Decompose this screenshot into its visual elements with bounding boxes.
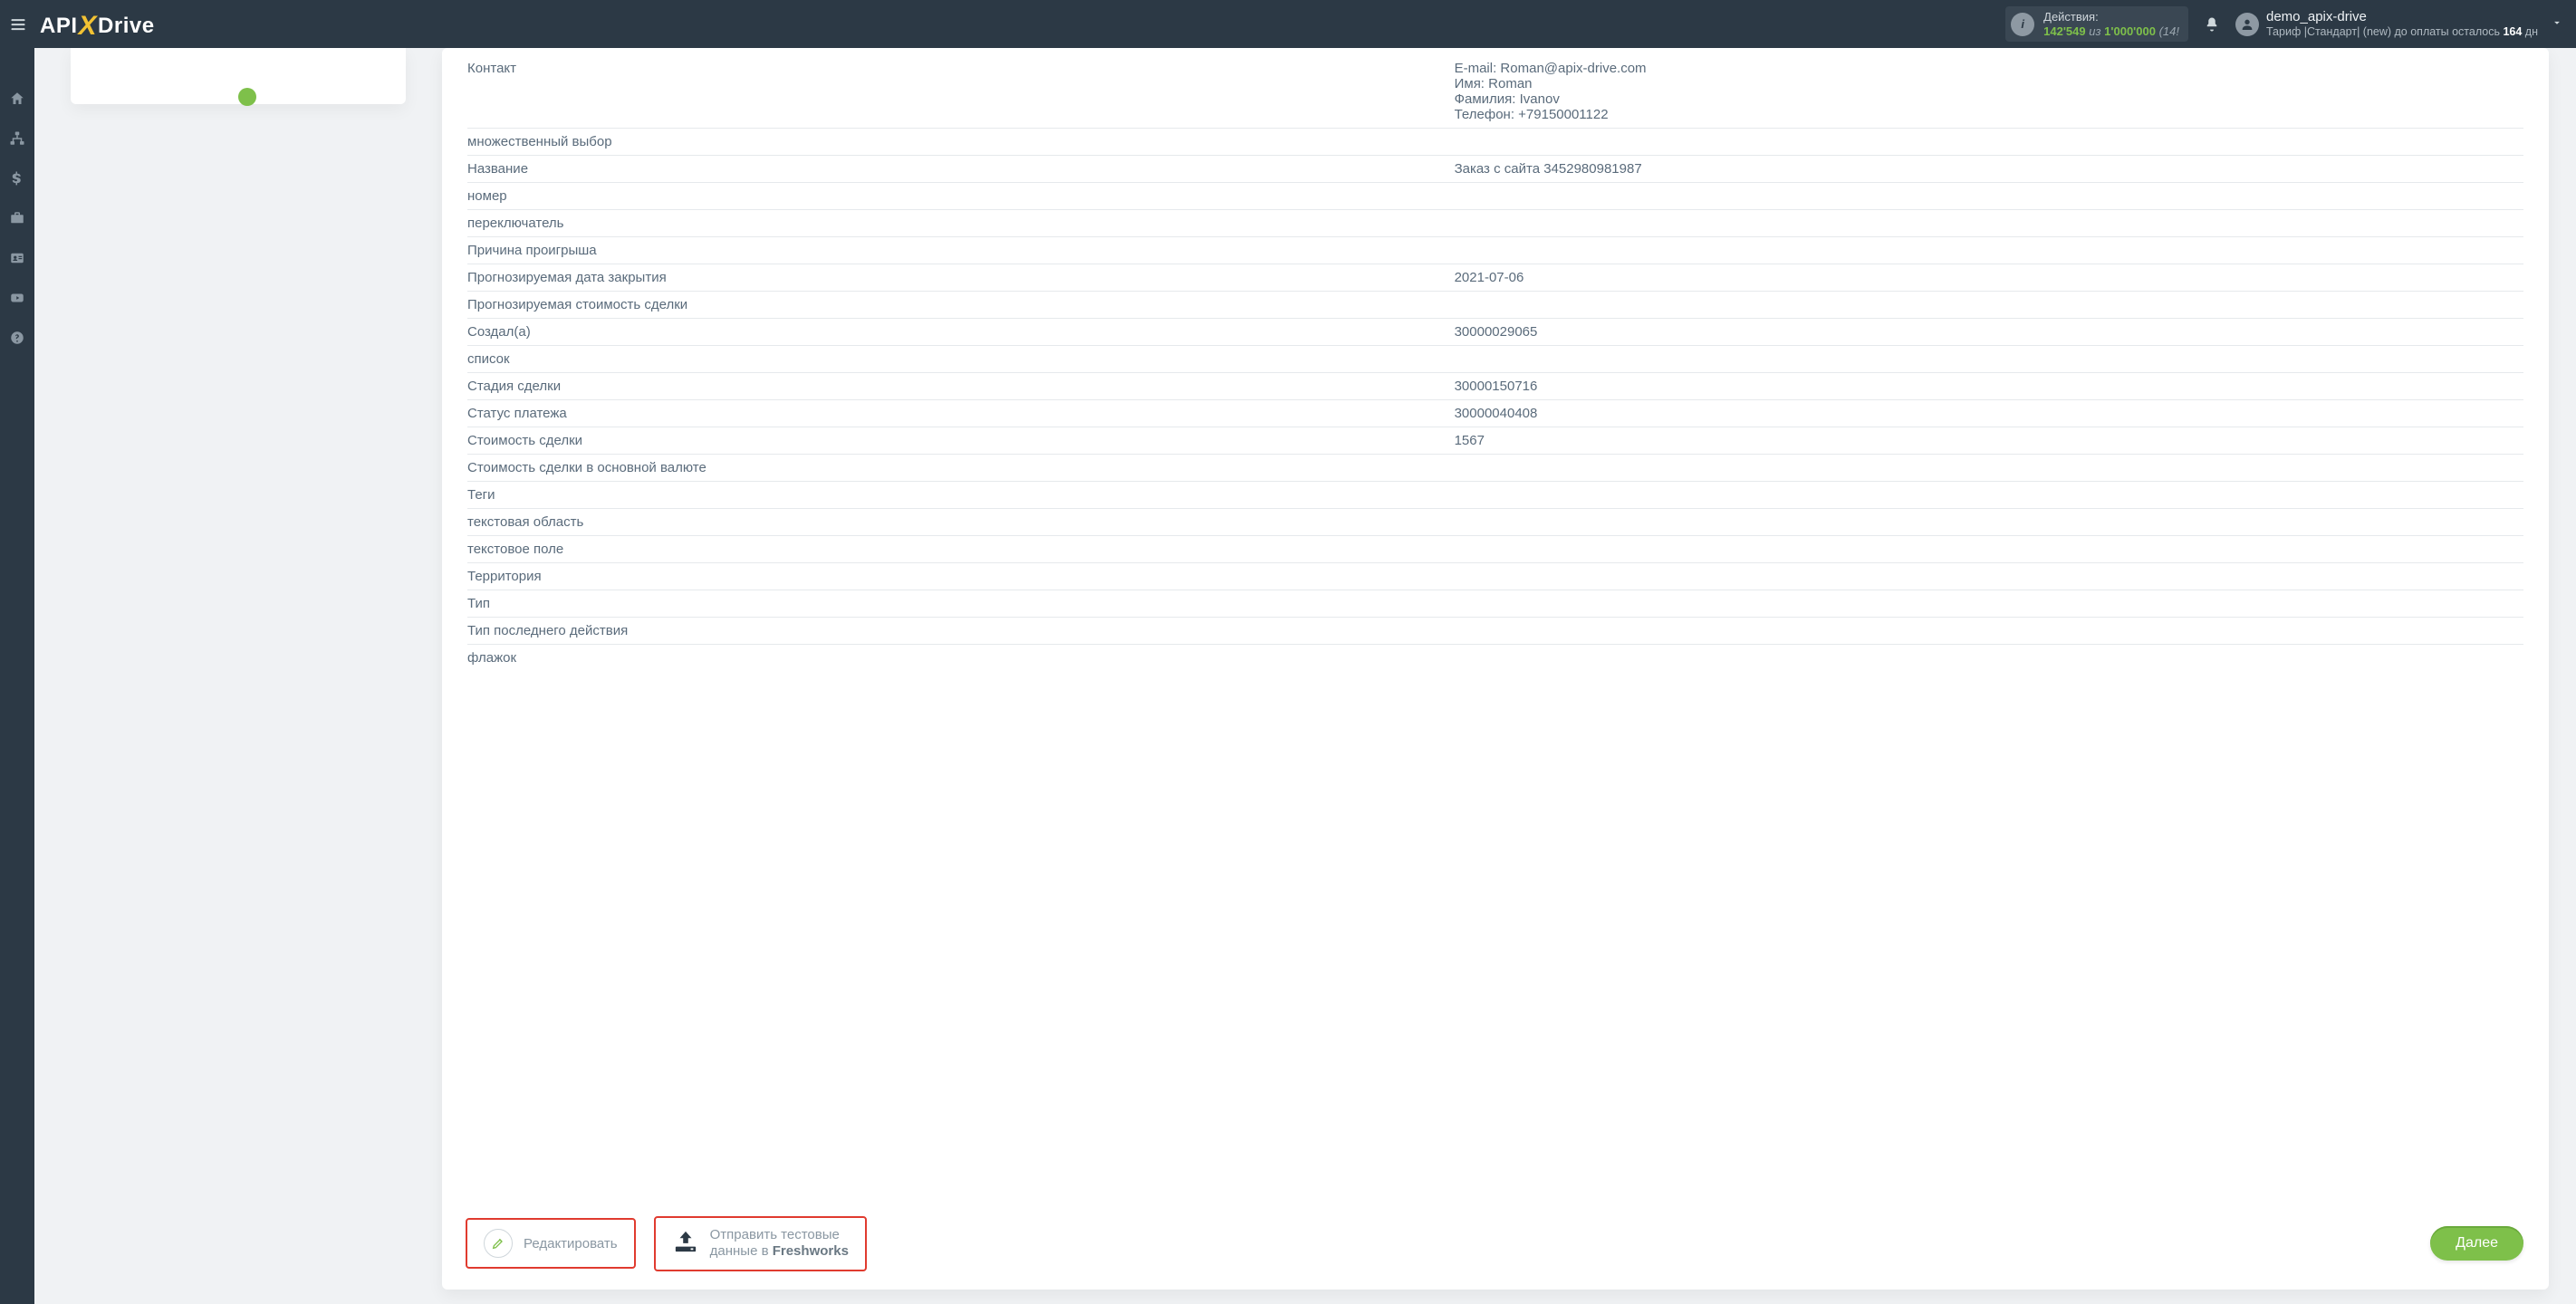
logo-api: API bbox=[40, 14, 78, 39]
nav-connections[interactable] bbox=[0, 120, 34, 157]
field-list[interactable]: КонтактE-mail: Roman@apix-drive.comИмя: … bbox=[442, 48, 2549, 1202]
help-icon bbox=[9, 330, 25, 346]
field-value: 30000029065 bbox=[1455, 324, 2523, 340]
actions-values: 142'549 из 1'000'000 (14! bbox=[2043, 24, 2179, 39]
status-dot bbox=[238, 88, 256, 106]
nav-home[interactable] bbox=[0, 81, 34, 117]
field-row: множественный выбор bbox=[467, 129, 2523, 156]
person-icon bbox=[2240, 17, 2254, 32]
home-icon bbox=[9, 91, 25, 107]
send-line1: Отправить тестовые bbox=[710, 1227, 849, 1244]
field-label: флажок bbox=[467, 650, 1455, 666]
field-value: Заказ с сайта 3452980981987 bbox=[1455, 161, 2523, 177]
field-row: список bbox=[467, 346, 2523, 373]
nav-work[interactable] bbox=[0, 200, 34, 236]
youtube-icon bbox=[9, 290, 25, 306]
field-label: Контакт bbox=[467, 61, 1455, 76]
field-value: 1567 bbox=[1455, 433, 2523, 448]
field-row: Стоимость сделки1567 bbox=[467, 427, 2523, 455]
field-row: текстовая область bbox=[467, 509, 2523, 536]
edit-label: Редактировать bbox=[524, 1236, 618, 1251]
card-footer: Редактировать Отправить тестовые данные … bbox=[442, 1202, 2549, 1290]
field-row: Прогнозируемая стоимость сделки bbox=[467, 292, 2523, 319]
nav-help[interactable] bbox=[0, 320, 34, 356]
field-label: множественный выбор bbox=[467, 134, 1455, 149]
field-value: 2021-07-06 bbox=[1455, 270, 2523, 285]
field-row: Тип bbox=[467, 590, 2523, 618]
id-card-icon bbox=[9, 250, 25, 266]
chevron-down-icon bbox=[2551, 16, 2563, 33]
field-row: флажок bbox=[467, 645, 2523, 671]
field-row: Тип последнего действия bbox=[467, 618, 2523, 645]
nav-billing[interactable] bbox=[0, 160, 34, 197]
field-label: Тип последнего действия bbox=[467, 623, 1455, 638]
user-menu[interactable]: demo_apix-drive Тариф |Стандарт| (new) д… bbox=[2235, 9, 2569, 39]
field-label: текстовая область bbox=[467, 514, 1455, 530]
field-label: Территория bbox=[467, 569, 1455, 584]
notifications-button[interactable] bbox=[2196, 8, 2228, 41]
field-label: список bbox=[467, 351, 1455, 367]
field-label: Название bbox=[467, 161, 1455, 177]
field-label: Прогнозируемая дата закрытия bbox=[467, 270, 1455, 285]
field-value: 30000150716 bbox=[1455, 379, 2523, 394]
logo-x: X bbox=[79, 11, 98, 42]
topbar: APIXDrive i Действия: 142'549 из 1'000'0… bbox=[0, 0, 2576, 48]
actions-counter[interactable]: i Действия: 142'549 из 1'000'000 (14! bbox=[2005, 6, 2188, 42]
field-row: текстовое поле bbox=[467, 536, 2523, 563]
field-label: Создал(а) bbox=[467, 324, 1455, 340]
field-row: Теги bbox=[467, 482, 2523, 509]
logo-drive: Drive bbox=[98, 14, 155, 39]
send-line2: данные в Freshworks bbox=[710, 1243, 849, 1261]
field-row: НазваниеЗаказ с сайта 3452980981987 bbox=[467, 156, 2523, 183]
next-button[interactable]: Далее bbox=[2430, 1226, 2523, 1261]
field-label: Стоимость сделки в основной валюте bbox=[467, 460, 1455, 475]
field-label: номер bbox=[467, 188, 1455, 204]
field-row: Территория bbox=[467, 563, 2523, 590]
menu-toggle[interactable] bbox=[0, 6, 36, 43]
nav-video[interactable] bbox=[0, 280, 34, 316]
field-row: Создал(а)30000029065 bbox=[467, 319, 2523, 346]
edit-button[interactable]: Редактировать bbox=[467, 1220, 634, 1267]
left-nav bbox=[0, 48, 34, 1304]
field-row: Причина проигрыша bbox=[467, 237, 2523, 264]
field-row: переключатель bbox=[467, 210, 2523, 237]
actions-label: Действия: bbox=[2043, 10, 2179, 24]
field-label: Стадия сделки bbox=[467, 379, 1455, 394]
field-row: КонтактE-mail: Roman@apix-drive.comИмя: … bbox=[467, 55, 2523, 129]
info-icon: i bbox=[2011, 13, 2034, 36]
dollar-icon bbox=[9, 170, 25, 187]
upload-icon bbox=[672, 1230, 699, 1257]
field-row: номер bbox=[467, 183, 2523, 210]
field-value: E-mail: Roman@apix-drive.comИмя: RomanФа… bbox=[1455, 61, 2523, 122]
field-label: Тип bbox=[467, 596, 1455, 611]
field-label: Теги bbox=[467, 487, 1455, 503]
field-label: Статус платежа bbox=[467, 406, 1455, 421]
field-label: текстовое поле bbox=[467, 542, 1455, 557]
field-label: переключатель bbox=[467, 216, 1455, 231]
sitemap-icon bbox=[9, 130, 25, 147]
bell-icon bbox=[2204, 16, 2220, 33]
avatar bbox=[2235, 13, 2259, 36]
hamburger-icon bbox=[9, 15, 27, 34]
field-label: Стоимость сделки bbox=[467, 433, 1455, 448]
content: КонтактE-mail: Roman@apix-drive.comИмя: … bbox=[34, 48, 2576, 1304]
main-card: КонтактE-mail: Roman@apix-drive.comИмя: … bbox=[442, 48, 2549, 1290]
send-test-button[interactable]: Отправить тестовые данные в Freshworks bbox=[656, 1218, 865, 1270]
field-value: 30000040408 bbox=[1455, 406, 2523, 421]
user-tariff: Тариф |Стандарт| (new) до оплаты осталос… bbox=[2266, 25, 2538, 39]
field-label: Причина проигрыша bbox=[467, 243, 1455, 258]
field-row: Статус платежа30000040408 bbox=[467, 400, 2523, 427]
briefcase-icon bbox=[9, 210, 25, 226]
logo[interactable]: APIXDrive bbox=[40, 9, 155, 40]
field-label: Прогнозируемая стоимость сделки bbox=[467, 297, 1455, 312]
field-row: Стадия сделки30000150716 bbox=[467, 373, 2523, 400]
field-row: Стоимость сделки в основной валюте bbox=[467, 455, 2523, 482]
pencil-icon bbox=[484, 1229, 513, 1258]
nav-contacts[interactable] bbox=[0, 240, 34, 276]
field-row: Прогнозируемая дата закрытия2021-07-06 bbox=[467, 264, 2523, 292]
user-name: demo_apix-drive bbox=[2266, 9, 2538, 25]
